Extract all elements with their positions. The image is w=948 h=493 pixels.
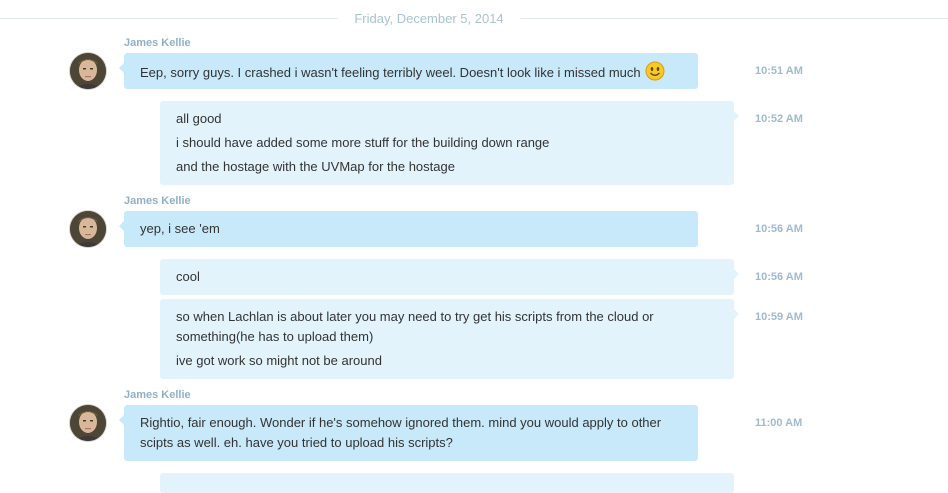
bubble-tail bbox=[119, 63, 124, 73]
divider-line-right bbox=[520, 18, 948, 19]
message-text: i should have added some more stuff for … bbox=[176, 135, 550, 150]
message-text: yep, i see 'em bbox=[140, 221, 220, 236]
avatar[interactable] bbox=[70, 405, 106, 441]
bubble-tail bbox=[734, 111, 739, 121]
smile-emoticon-icon bbox=[645, 61, 665, 84]
date-divider: Friday, December 5, 2014 bbox=[0, 8, 948, 30]
bubble-tail bbox=[119, 415, 124, 425]
message-bubble[interactable]: so when Lachlan is about later you may n… bbox=[160, 299, 739, 379]
message-text: Eep, sorry guys. I crashed i wasn't feel… bbox=[140, 64, 641, 80]
message-bubble[interactable]: Rightio, fair enough. Wonder if he's som… bbox=[119, 405, 698, 461]
bubble-tail bbox=[734, 309, 739, 319]
sender-name[interactable]: James Kellie bbox=[124, 195, 191, 207]
message-text: ive got work so might not be around bbox=[176, 353, 382, 368]
message-text: something(he has to upload them) bbox=[176, 329, 374, 344]
message-text: and the hostage with the UVMap for the h… bbox=[176, 159, 455, 174]
message-text: so when Lachlan is about later you may n… bbox=[176, 309, 654, 324]
message-text: Rightio, fair enough. Wonder if he's som… bbox=[140, 415, 662, 430]
divider-line-left bbox=[0, 18, 338, 19]
avatar[interactable] bbox=[70, 53, 106, 89]
message-text: scipts as well. eh. have you tried to up… bbox=[140, 435, 453, 450]
message-text: all good bbox=[176, 111, 222, 126]
bubble-tail bbox=[119, 221, 124, 231]
sender-name[interactable]: James Kellie bbox=[124, 389, 191, 401]
avatar-image bbox=[70, 405, 106, 441]
message-bubble[interactable]: cool bbox=[160, 259, 739, 295]
message-timestamp: 11:00 AM bbox=[755, 417, 803, 429]
avatar-image bbox=[70, 211, 106, 247]
message-bubble[interactable]: Eep, sorry guys. I crashed i wasn't feel… bbox=[119, 53, 698, 89]
avatar[interactable] bbox=[70, 211, 106, 247]
date-label: Friday, December 5, 2014 bbox=[354, 11, 504, 26]
message-timestamp: 10:59 AM bbox=[755, 311, 803, 323]
message-bubble[interactable]: yep, i see 'em bbox=[119, 211, 698, 247]
message-text: cool bbox=[176, 269, 200, 284]
sender-name[interactable]: James Kellie bbox=[124, 37, 191, 49]
bubble-tail bbox=[734, 269, 739, 279]
message-bubble[interactable]: all good i should have added some more s… bbox=[160, 101, 739, 185]
message-timestamp: 10:52 AM bbox=[755, 113, 803, 125]
message-bubble-partial[interactable] bbox=[160, 473, 734, 493]
message-timestamp: 10:51 AM bbox=[755, 65, 803, 77]
avatar-image bbox=[70, 53, 106, 89]
message-timestamp: 10:56 AM bbox=[755, 223, 803, 235]
message-timestamp: 10:56 AM bbox=[755, 271, 803, 283]
